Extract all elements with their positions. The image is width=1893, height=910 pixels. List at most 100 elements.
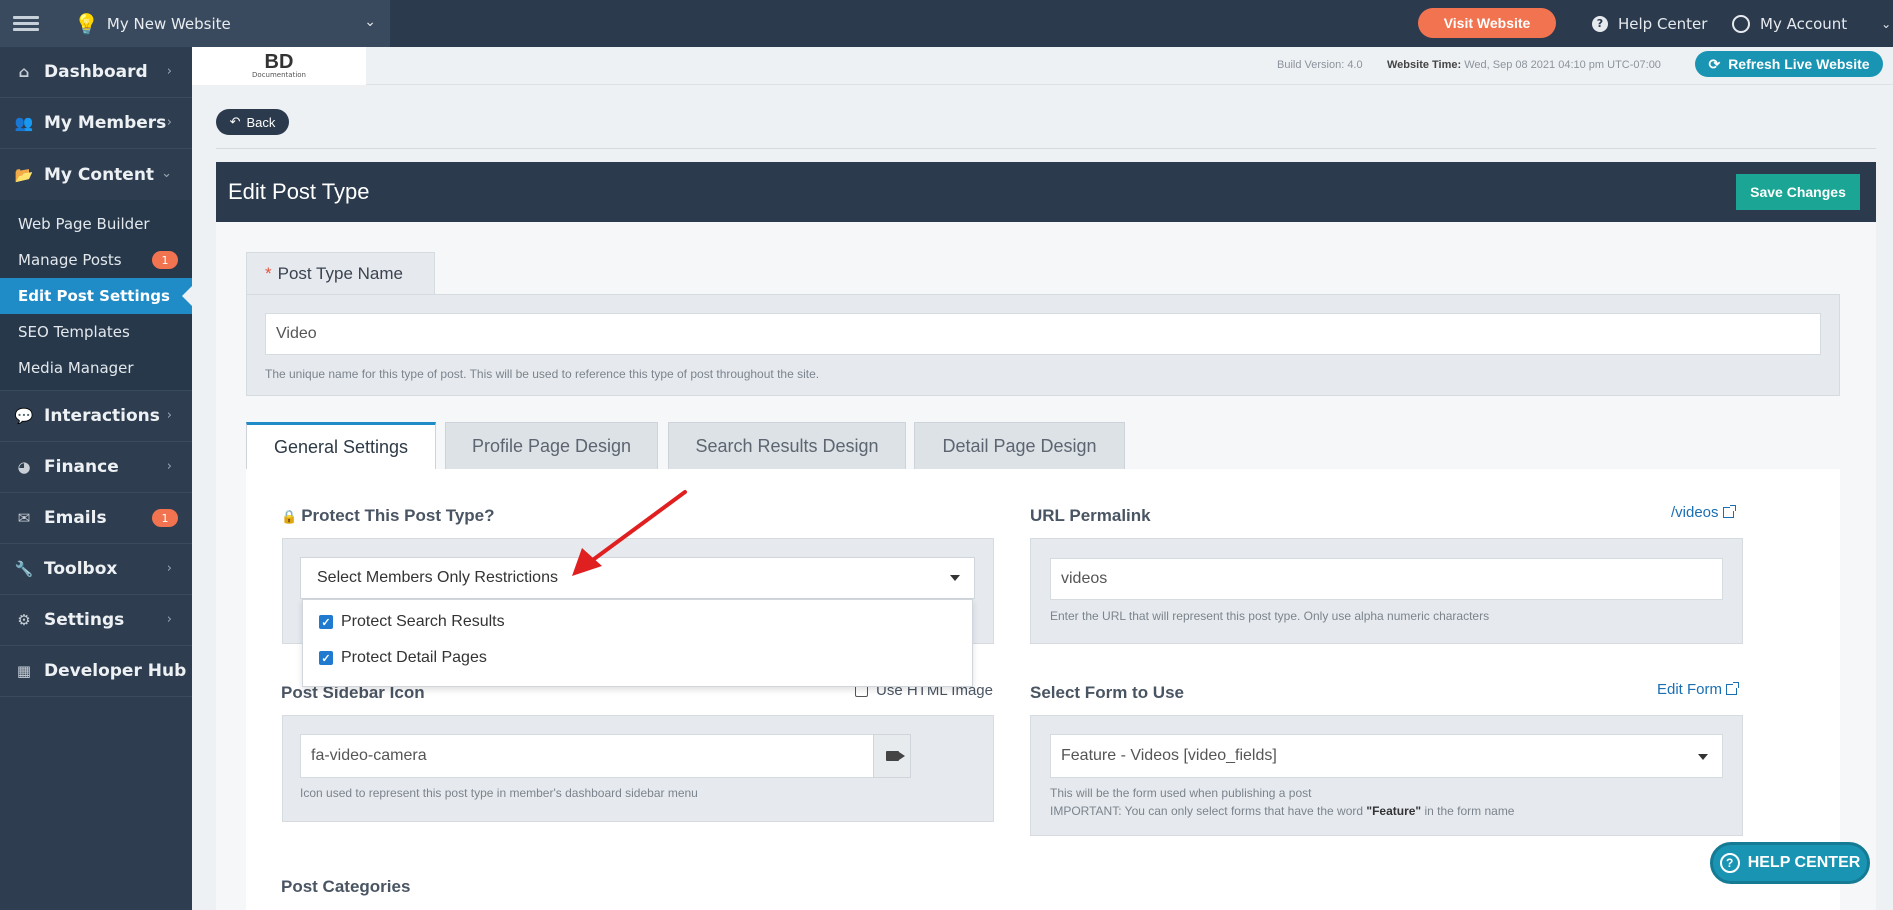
edit-form-link[interactable]: Edit Form	[1657, 681, 1740, 698]
option-label: Protect Detail Pages	[341, 649, 487, 666]
logo-text: BD	[264, 51, 294, 73]
option-protect-search-results[interactable]: ✓ Protect Search Results	[319, 612, 505, 632]
question-circle-icon: ?	[1719, 853, 1740, 873]
submenu-edit-post-settings[interactable]: Edit Post Settings	[0, 278, 192, 314]
select-value: Select Members Only Restrictions	[317, 569, 558, 586]
form-select[interactable]: Feature - Videos [video_fields]	[1050, 734, 1723, 778]
tab-profile-page-design[interactable]: Profile Page Design	[445, 422, 658, 469]
checkbox-checked-icon[interactable]: ✓	[319, 651, 333, 665]
sidebar-item-label: Developer Hub	[44, 661, 187, 681]
url-permalink-help: Enter the URL that will represent this p…	[1050, 609, 1490, 623]
site-logo[interactable]: BD Documentation	[192, 47, 366, 85]
my-account-menu[interactable]: My Account ⌄	[1732, 0, 1891, 47]
submenu-label: Media Manager	[18, 359, 134, 377]
chevron-right-icon: ›	[166, 115, 172, 130]
protect-post-type-label: 🔒 Protect This Post Type?	[281, 506, 495, 526]
sidebar-item-emails[interactable]: ✉ Emails 1	[0, 493, 192, 544]
chevron-down-icon: ⌄	[161, 166, 172, 181]
pie-chart-icon: ◕	[17, 458, 31, 476]
form-help-line1: This will be the form used when publishi…	[1050, 786, 1312, 800]
help-float-label: HELP CENTER	[1747, 854, 1861, 871]
submenu-label: Manage Posts	[18, 251, 122, 269]
edit-form-link-text: Edit Form	[1657, 681, 1723, 698]
help-center-floating-button[interactable]: ? HELP CENTER	[1710, 842, 1870, 884]
back-button[interactable]: ↶ Back	[216, 109, 289, 135]
post-categories-label: Post Categories	[281, 877, 411, 896]
sidebar-item-toolbox[interactable]: 🔧 Toolbox ›	[0, 544, 192, 595]
hamburger-menu-button[interactable]	[0, 0, 52, 47]
video-camera-icon-button[interactable]	[873, 734, 911, 778]
sidebar-item-label: Dashboard	[44, 62, 148, 82]
back-label: Back	[246, 114, 276, 130]
form-help-line2: IMPORTANT: You can only select forms tha…	[1050, 804, 1367, 818]
chevron-right-icon: ›	[166, 408, 172, 423]
help-center-link[interactable]: ? Help Center	[1592, 0, 1707, 47]
sidebar-item-label: Emails	[44, 508, 107, 528]
restrictions-dropdown: ✓ Protect Search Results ✓ Protect Detail …	[302, 599, 973, 687]
question-circle-icon: ?	[1592, 15, 1608, 32]
lock-icon: 🔒	[281, 509, 298, 524]
chevron-right-icon: ›	[166, 459, 172, 474]
refresh-icon: ⟳	[1708, 55, 1721, 72]
build-version: Build Version: 4.0	[1277, 59, 1363, 71]
checkbox-checked-icon[interactable]: ✓	[319, 615, 333, 629]
divider	[216, 148, 1876, 149]
submenu-web-page-builder[interactable]: Web Page Builder	[0, 206, 192, 242]
sidebar-item-label: My Members	[44, 113, 167, 133]
sidebar-item-my-members[interactable]: 👥 My Members ›	[0, 98, 192, 149]
website-time-value: Wed, Sep 08 2021 04:10 pm UTC-07:00	[1464, 59, 1661, 71]
tab-general-settings[interactable]: General Settings	[246, 422, 436, 470]
inbox-icon: ✉	[17, 509, 31, 527]
sidebar-item-dashboard[interactable]: ⌂ Dashboard ›	[0, 47, 192, 98]
chevron-right-icon: ›	[166, 561, 172, 576]
help-center-label: Help Center	[1618, 14, 1708, 33]
my-account-label: My Account	[1760, 14, 1848, 33]
sidebar-item-developer-hub[interactable]: ▦ Developer Hub	[0, 646, 192, 697]
website-time-label: Website Time:	[1387, 59, 1462, 71]
sidebar-item-label: My Content	[44, 164, 155, 185]
refresh-live-website-button[interactable]: ⟳ Refresh Live Website	[1695, 51, 1883, 77]
submenu-media-manager[interactable]: Media Manager	[0, 350, 192, 386]
sidebar-item-settings[interactable]: ⚙ Settings ›	[0, 595, 192, 646]
post-type-name-label: * Post Type Name	[246, 252, 435, 295]
sidebar-icon-help: Icon used to represent this post type in…	[300, 786, 698, 800]
external-link-icon	[1726, 682, 1740, 695]
submenu-manage-posts[interactable]: Manage Posts 1	[0, 242, 192, 278]
logo-subtext: Documentation	[252, 71, 306, 79]
form-help-line2-end: in the form name	[1421, 804, 1515, 818]
form-help: This will be the form used when publishi…	[1050, 784, 1514, 820]
grid-icon: ▦	[16, 662, 32, 680]
save-changes-button[interactable]: Save Changes	[1736, 174, 1860, 210]
top-bar: 💡 My New Website ⌄ Visit Website ? Help …	[0, 0, 1893, 47]
form-help-bold: "Feature"	[1366, 804, 1422, 818]
chevron-right-icon: ›	[166, 612, 172, 627]
caret-down-icon	[950, 575, 960, 581]
site-selector[interactable]: 💡 My New Website ⌄	[52, 0, 390, 47]
lightbulb-icon: 💡	[74, 11, 99, 36]
sidebar-item-finance[interactable]: ◕ Finance ›	[0, 442, 192, 493]
videos-link[interactable]: /videos	[1671, 504, 1736, 521]
form-select-value: Feature - Videos [video_fields]	[1061, 747, 1277, 764]
tab-search-results-design[interactable]: Search Results Design	[668, 422, 906, 469]
option-label: Protect Search Results	[341, 613, 505, 630]
url-permalink-label: URL Permalink	[1030, 506, 1151, 525]
option-protect-detail-pages[interactable]: ✓ Protect Detail Pages	[319, 648, 487, 668]
panel-header: Edit Post Type Save Changes	[216, 162, 1876, 222]
comments-icon: 💬	[14, 407, 34, 425]
sidebar-item-label: Finance	[44, 457, 119, 477]
submenu-seo-templates[interactable]: SEO Templates	[0, 314, 192, 350]
sidebar-item-my-content[interactable]: 📂 My Content ⌄	[0, 149, 192, 200]
user-circle-icon	[1732, 14, 1750, 33]
tab-detail-page-design[interactable]: Detail Page Design	[914, 422, 1125, 469]
url-permalink-input[interactable]: videos	[1050, 558, 1723, 600]
sidebar-item-interactions[interactable]: 💬 Interactions ›	[0, 391, 192, 442]
count-badge: 1	[152, 509, 178, 527]
submenu-label: Web Page Builder	[18, 215, 150, 233]
protect-label-text: Protect This Post Type?	[301, 506, 495, 525]
count-badge: 1	[152, 251, 178, 269]
post-type-name-input[interactable]	[265, 313, 1821, 355]
page-title: Edit Post Type	[228, 179, 370, 204]
visit-website-button[interactable]: Visit Website	[1418, 8, 1556, 38]
sidebar-icon-input[interactable]: fa-video-camera	[300, 734, 874, 778]
submenu-label: Edit Post Settings	[18, 287, 170, 305]
